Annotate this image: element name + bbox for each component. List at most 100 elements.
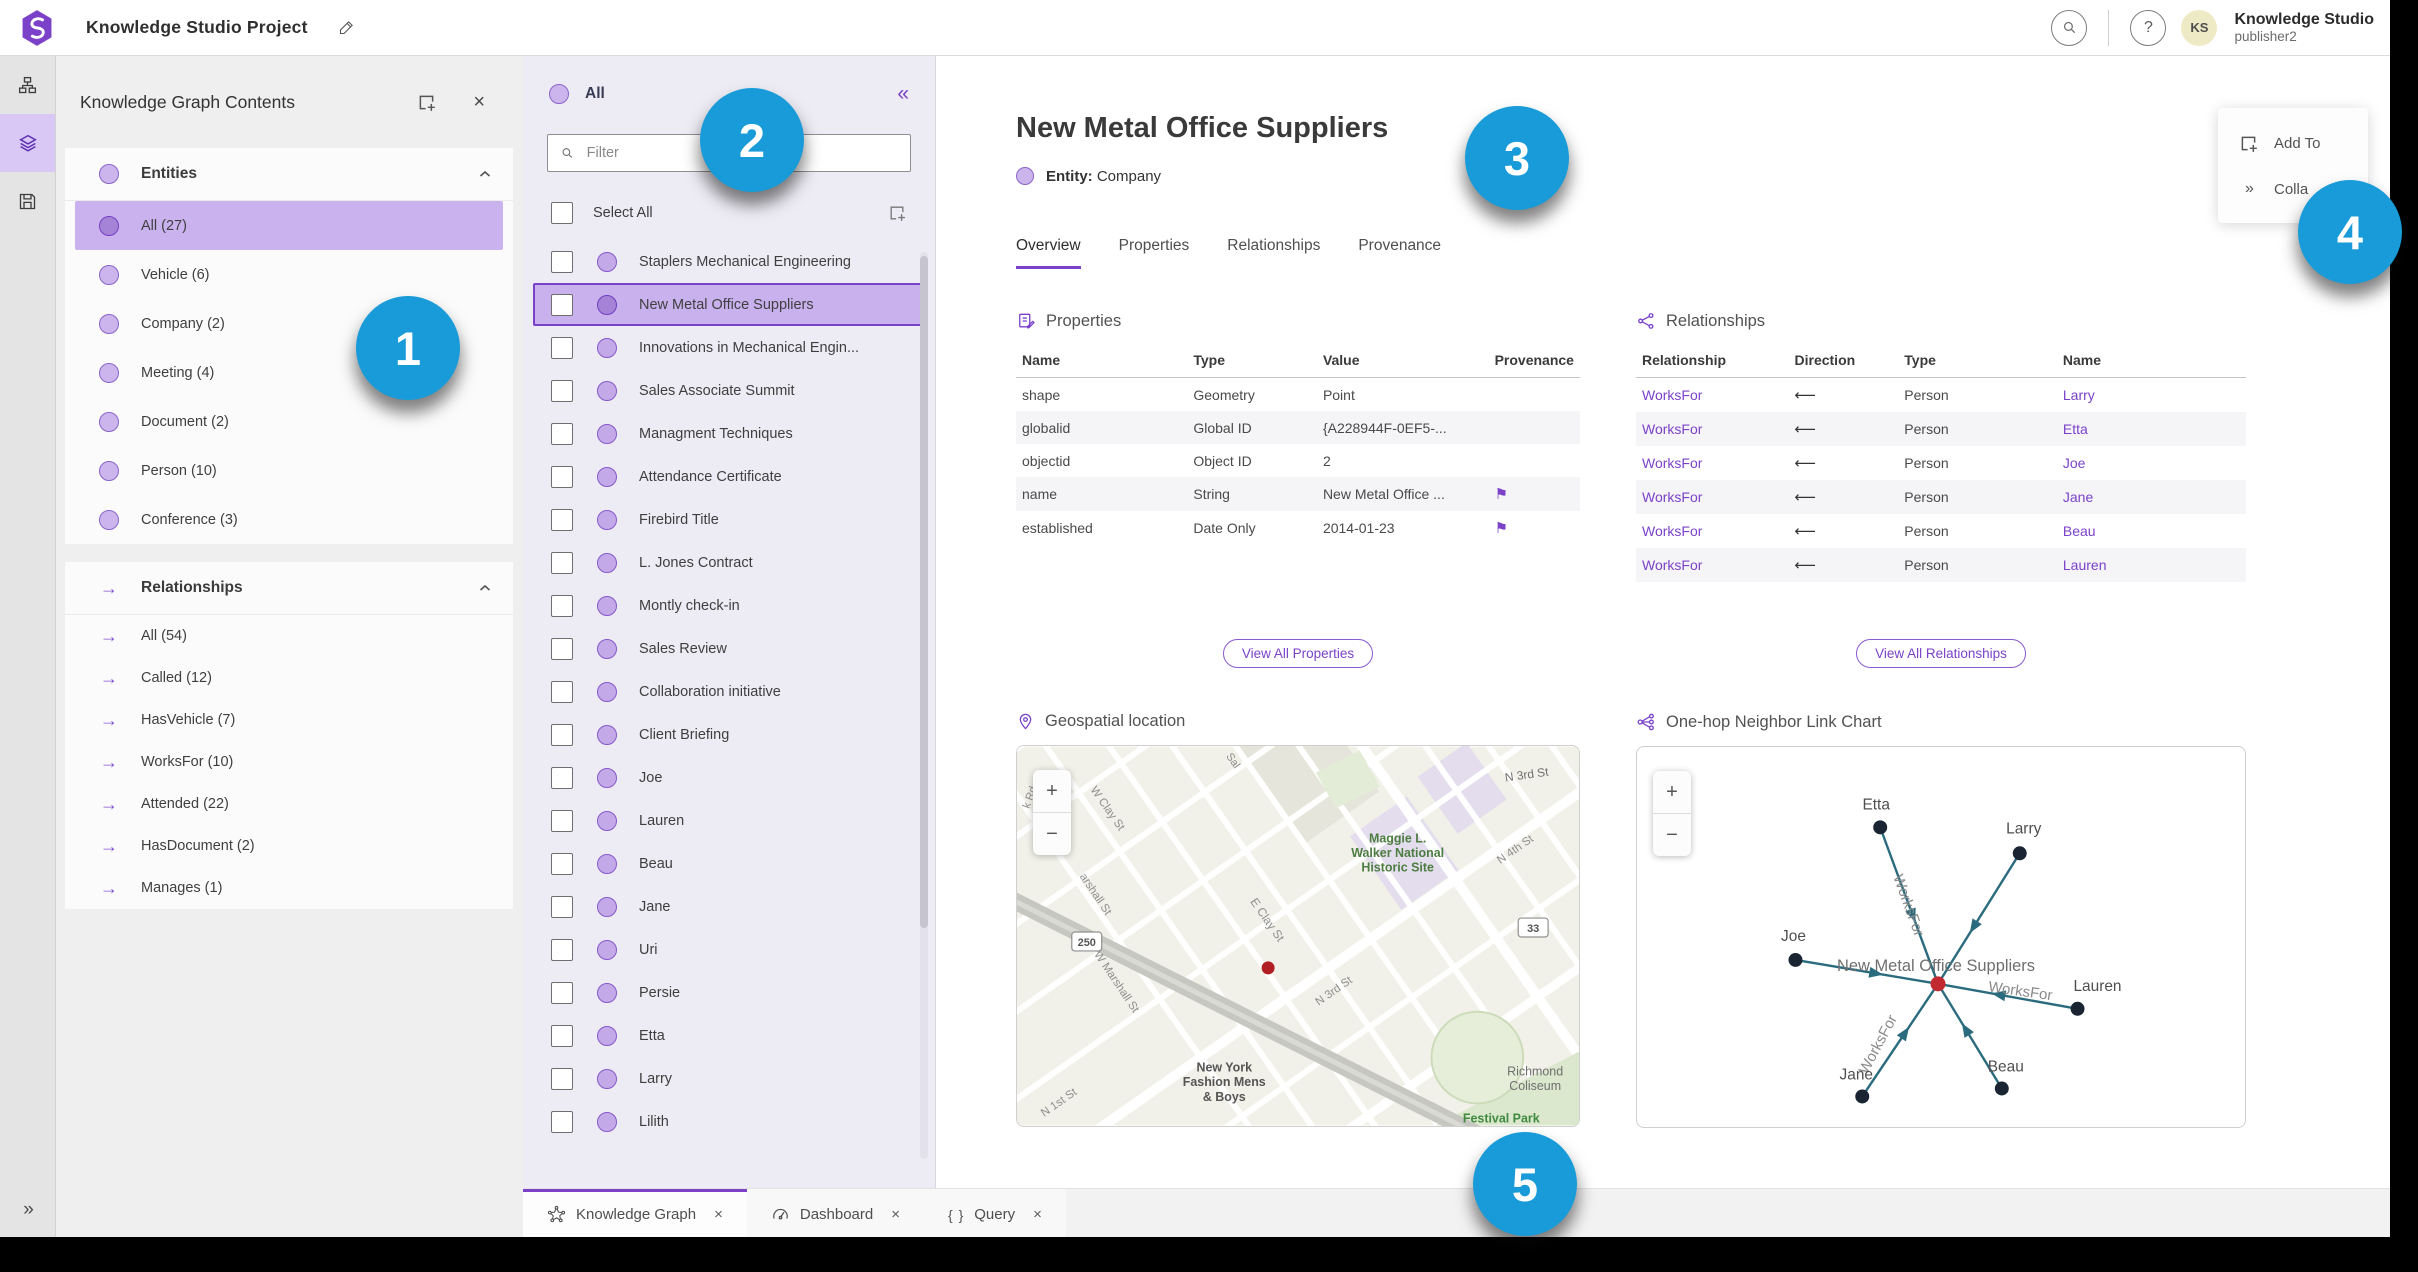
graph-center-node[interactable] [1930,976,1946,992]
item-checkbox[interactable] [551,1024,573,1047]
item-checkbox[interactable] [551,852,573,875]
chevron-up-icon[interactable] [479,170,491,178]
edit-project-name-button[interactable] [338,19,355,36]
list-item[interactable]: Uri [523,928,935,971]
item-checkbox[interactable] [551,1110,573,1133]
graph-node[interactable] [2012,846,2027,861]
sidebar-entity-item[interactable]: Conference (3) [65,495,513,544]
zoom-out-button[interactable]: − [1653,813,1691,856]
sidebar-relationship-item[interactable]: → WorksFor (10) [65,741,513,783]
view-tab-knowledge-graph[interactable]: Knowledge Graph × [523,1189,747,1237]
help-button[interactable]: ? [2130,9,2167,46]
item-checkbox[interactable] [551,508,573,531]
list-item[interactable]: New Metal Office Suppliers [533,283,923,326]
sidebar-relationship-item[interactable]: → Called (12) [65,657,513,699]
item-checkbox[interactable] [551,809,573,832]
zoom-out-button[interactable]: − [1033,812,1071,855]
collapse-panel-icon[interactable]: « [897,82,909,106]
provenance-flag-icon[interactable]: ⚑ [1495,520,1508,537]
item-checkbox[interactable] [551,981,573,1004]
graph-node[interactable] [1873,820,1888,835]
item-checkbox[interactable] [551,895,573,918]
list-item[interactable]: Montly check-in [523,584,935,627]
entity-name-link[interactable]: Jane [2063,489,2093,505]
relationship-link[interactable]: WorksFor [1642,387,1702,403]
sidebar-entity-item[interactable]: Person (10) [65,446,513,495]
list-item[interactable]: Joe [523,756,935,799]
link-chart-panel[interactable]: WorksFor WorksFor WorksFor Etta Larry Joe Laur… [1636,746,2246,1128]
relationship-link[interactable]: WorksFor [1642,523,1702,539]
search-button[interactable] [2051,9,2088,46]
entity-name-link[interactable]: Lauren [2063,557,2107,573]
view-tab-query[interactable]: { } Query × [924,1189,1066,1237]
sidebar-relationship-item[interactable]: → Manages (1) [65,867,513,909]
item-checkbox[interactable] [551,422,573,445]
graph-node[interactable] [1855,1089,1870,1104]
item-checkbox[interactable] [551,250,573,273]
select-all-checkbox[interactable] [551,202,573,224]
item-checkbox[interactable] [551,637,573,660]
list-item[interactable]: Lauren [523,799,935,842]
close-tab-icon[interactable]: × [1033,1206,1042,1223]
item-checkbox[interactable] [551,465,573,488]
list-item[interactable]: Staplers Mechanical Engineering [523,240,935,283]
list-item[interactable]: Collaboration initiative [523,670,935,713]
relationship-link[interactable]: WorksFor [1642,557,1702,573]
sidebar-relationship-item[interactable]: → Attended (22) [65,783,513,825]
graph-node[interactable] [2070,1001,2085,1016]
entities-group-header[interactable]: Entities [65,148,513,201]
view-tab-dashboard[interactable]: Dashboard × [746,1189,925,1237]
user-avatar[interactable]: KS [2181,9,2218,46]
view-all-properties-button[interactable]: View All Properties [1222,639,1374,668]
tab-overview[interactable]: Overview [1016,237,1081,269]
add-to-map-icon[interactable] [416,92,437,113]
add-to-map-icon[interactable] [887,203,907,223]
item-checkbox[interactable] [551,379,573,402]
zoom-in-button[interactable]: + [1033,770,1071,812]
relationships-group-header[interactable]: → Relationships [65,562,513,615]
close-panel-icon[interactable]: × [473,91,485,114]
scrollbar-thumb[interactable] [920,256,928,928]
list-item[interactable]: Managment Techniques [523,412,935,455]
item-checkbox[interactable] [551,594,573,617]
list-item[interactable]: Attendance Certificate [523,455,935,498]
relationship-link[interactable]: WorksFor [1642,455,1702,471]
tab-relationships[interactable]: Relationships [1227,237,1320,269]
list-item[interactable]: Innovations in Mechanical Engin... [523,326,935,369]
sidebar-entity-item[interactable]: All (27) [75,201,503,250]
expand-rail-button[interactable]: » [0,1199,55,1221]
zoom-in-button[interactable]: + [1653,771,1691,813]
list-item[interactable]: Etta [523,1014,935,1057]
sidebar-relationship-item[interactable]: → HasVehicle (7) [65,699,513,741]
close-tab-icon[interactable]: × [714,1206,723,1223]
item-checkbox[interactable] [551,766,573,789]
sidebar-entity-item[interactable]: Vehicle (6) [65,250,513,299]
list-item[interactable]: L. Jones Contract [523,541,935,584]
close-tab-icon[interactable]: × [891,1206,900,1223]
list-item[interactable]: Beau [523,842,935,885]
list-item[interactable]: Larry [523,1057,935,1100]
save-rail-button[interactable] [0,172,55,230]
list-item[interactable]: Sales Review [523,627,935,670]
sidebar-entity-item[interactable]: Document (2) [65,397,513,446]
list-item[interactable]: Client Briefing [523,713,935,756]
sidebar-relationship-item[interactable]: → All (54) [65,615,513,657]
provenance-flag-icon[interactable]: ⚑ [1495,486,1508,503]
relationship-link[interactable]: WorksFor [1642,421,1702,437]
view-all-relationships-button[interactable]: View All Relationships [1856,639,2026,668]
list-item[interactable]: Firebird Title [523,498,935,541]
layers-rail-button[interactable] [0,114,55,172]
list-item[interactable]: Persie [523,971,935,1014]
item-checkbox[interactable] [551,551,573,574]
item-checkbox[interactable] [551,1067,573,1090]
item-checkbox[interactable] [551,336,573,359]
entity-name-link[interactable]: Joe [2063,455,2086,471]
entity-name-link[interactable]: Beau [2063,523,2096,539]
relationship-link[interactable]: WorksFor [1642,489,1702,505]
item-checkbox[interactable] [551,680,573,703]
tab-provenance[interactable]: Provenance [1358,237,1441,269]
graph-node[interactable] [1994,1081,2009,1096]
item-checkbox[interactable] [551,938,573,961]
list-item[interactable]: Jane [523,885,935,928]
entity-name-link[interactable]: Etta [2063,421,2088,437]
